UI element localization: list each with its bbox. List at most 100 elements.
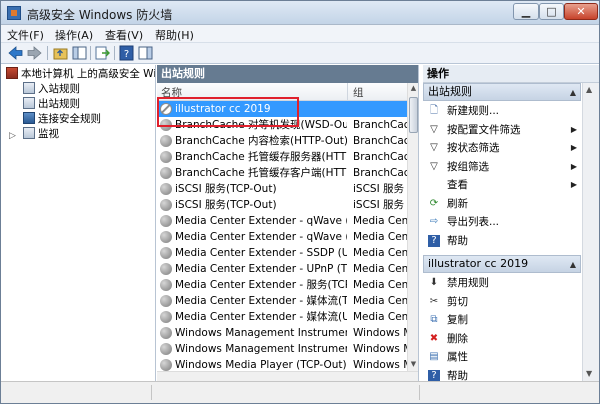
action-label: 复制 <box>447 314 468 326</box>
action-label: 按组筛选 <box>447 160 489 173</box>
action-item[interactable]: ▽ 按状态筛选 ▶ <box>423 139 581 157</box>
actions-section-selected-rule[interactable]: illustrator cc 2019 ▲ <box>423 255 581 273</box>
minimize-button[interactable]: ▁ <box>513 3 539 20</box>
tree-item-connection-security[interactable]: 连接安全规则 <box>23 112 101 127</box>
action-item[interactable]: ⇨ 导出列表... <box>423 213 581 231</box>
rule-group: BranchCache <box>353 119 407 131</box>
table-row[interactable]: Media Center Extender - qWave (UD... Medi… <box>157 229 407 245</box>
tree-root[interactable]: 本地计算机 上的高级安全 Windows <box>6 67 155 82</box>
back-arrow-icon[interactable] <box>7 45 24 61</box>
submenu-arrow-icon: ▶ <box>570 180 577 189</box>
action-item[interactable]: ▽ 按配置文件筛选 ▶ <box>423 121 581 139</box>
action-item[interactable]: ✖ 删除 <box>423 330 581 348</box>
rule-name: Media Center Extender - UPnP (TCP-... <box>175 263 347 275</box>
rules-list-pane: 出站规则 名称 组 illustrator cc 2019 BranchCache… <box>157 65 419 381</box>
maximize-button[interactable]: □ <box>539 3 564 20</box>
menu-view[interactable]: 查看(V) <box>105 27 143 43</box>
actions-section-outbound[interactable]: 出站规则 ▲ <box>423 83 581 101</box>
connection-security-icon <box>23 112 35 124</box>
menu-help[interactable]: 帮助(H) <box>155 27 194 43</box>
rule-allowed-icon <box>160 183 172 195</box>
table-row[interactable]: iSCSI 服务(TCP-Out) iSCSI 服务 <box>157 181 407 197</box>
filter-icon: ▽ <box>430 142 438 153</box>
rule-allowed-icon <box>160 311 172 323</box>
rule-group: Media Cente <box>353 263 407 275</box>
rule-group: Media Cente <box>353 279 407 291</box>
export-list-icon[interactable] <box>94 45 111 61</box>
scroll-up-icon[interactable]: ▲ <box>586 85 592 94</box>
actions-scrollbar[interactable]: ▲ ▼ <box>582 83 599 381</box>
menu-action[interactable]: 操作(A) <box>55 27 93 43</box>
table-row[interactable]: Media Center Extender - 媒体流(UDP-... Media… <box>157 309 407 325</box>
rule-allowed-icon <box>160 151 172 163</box>
rule-name: Media Center Extender - qWave (UD... <box>175 231 347 243</box>
forward-arrow-icon[interactable] <box>26 45 43 61</box>
action-label: 按状态筛选 <box>447 142 500 154</box>
scroll-down-icon[interactable]: ▼ <box>409 360 418 370</box>
table-row[interactable]: Media Center Extender - 服务(TCP-... Media … <box>157 277 407 293</box>
rule-name: Windows Management Instrumentati... <box>175 343 347 355</box>
tree-item-label: 监视 <box>38 128 59 140</box>
show-hide-tree-icon[interactable] <box>71 45 88 61</box>
collapse-icon[interactable]: ▲ <box>570 257 576 273</box>
table-row[interactable]: Media Center Extender - SSDP (UDP-... Med… <box>157 245 407 261</box>
expand-arrow-icon[interactable]: ▷ <box>9 131 16 141</box>
cut-icon: ✂ <box>429 295 439 307</box>
action-item[interactable]: 🗋 新建规则... <box>423 102 581 120</box>
outbound-rules-icon <box>23 97 35 109</box>
actions-title: 操作 <box>423 65 599 83</box>
rule-group: Windows M <box>353 327 407 339</box>
table-row[interactable]: BranchCache 内容检索(HTTP-Out) BranchCache <box>157 133 407 149</box>
vertical-scrollbar[interactable]: ▲ ▼ <box>407 83 418 371</box>
action-item[interactable]: 查看 ▶ <box>423 176 581 194</box>
show-hide-action-pane-icon[interactable] <box>137 45 154 61</box>
action-item[interactable]: ⟳ 刷新 <box>423 195 581 213</box>
properties-icon: ▤ <box>429 351 439 362</box>
action-label: 帮助 <box>447 234 468 247</box>
table-row[interactable]: BranchCache 托管缓存服务器(HTTP-O... BranchCache <box>157 149 407 165</box>
tree-item-inbound[interactable]: 入站规则 <box>23 82 80 97</box>
table-row[interactable]: iSCSI 服务(TCP-Out) iSCSI 服务 <box>157 197 407 213</box>
menu-file[interactable]: 文件(F) <box>7 27 44 43</box>
table-row[interactable]: Media Center Extender - 媒体流(TCP-... Media… <box>157 293 407 309</box>
help-icon[interactable]: ? <box>118 45 135 61</box>
window-title: 高级安全 Windows 防火墙 <box>27 8 173 22</box>
action-item[interactable]: ▤ 属性 <box>423 348 581 366</box>
close-button[interactable]: ✕ <box>564 3 598 20</box>
action-item[interactable]: ? 帮助 <box>423 232 581 250</box>
up-folder-icon[interactable] <box>52 45 69 61</box>
scroll-up-icon[interactable]: ▲ <box>409 84 418 94</box>
rule-group: Media Cente <box>353 311 407 323</box>
tree-item-monitoring[interactable]: 监视 <box>23 127 59 142</box>
table-row[interactable]: Media Center Extender - qWave (TCP-... Me… <box>157 213 407 229</box>
column-group[interactable]: 组 <box>353 85 364 100</box>
highlight-box <box>157 97 299 127</box>
section-label: illustrator cc 2019 <box>428 257 529 270</box>
action-item[interactable]: ⧉ 复制 <box>423 311 581 329</box>
rule-group: BranchCache <box>353 151 407 163</box>
rule-allowed-icon <box>160 199 172 211</box>
scroll-down-icon[interactable]: ▼ <box>586 369 592 378</box>
rule-name: Media Center Extender - 媒体流(UDP-... <box>175 311 347 323</box>
action-item[interactable]: ▽ 按组筛选 ▶ <box>423 158 581 176</box>
help-icon: ? <box>428 234 440 247</box>
menu-bar: 文件(F) 操作(A) 查看(V) 帮助(H) <box>1 25 599 43</box>
action-label: 导出列表... <box>447 216 500 228</box>
table-row[interactable]: Media Center Extender - UPnP (TCP-... Med… <box>157 261 407 277</box>
rule-group: iSCSI 服务 <box>353 199 405 211</box>
tree-item-label: 入站规则 <box>38 83 80 95</box>
rule-group: BranchCache <box>353 135 407 147</box>
action-item[interactable]: ⬇ 禁用规则 <box>423 274 581 292</box>
rule-allowed-icon <box>160 327 172 339</box>
scroll-thumb[interactable] <box>409 97 418 133</box>
tree-item-outbound[interactable]: 出站规则 <box>23 97 80 112</box>
collapse-icon[interactable]: ▲ <box>570 85 576 101</box>
table-row[interactable]: BranchCache 托管缓存客户端(HTTP-O... BranchCache <box>157 165 407 181</box>
rule-name: Media Center Extender - qWave (TCP-... <box>175 215 347 227</box>
action-item[interactable]: ✂ 剪切 <box>423 293 581 311</box>
table-row[interactable]: Windows Management Instrumentati... Windo… <box>157 325 407 341</box>
table-row[interactable]: Windows Management Instrumentati... Windo… <box>157 341 407 357</box>
firewall-icon <box>6 67 18 79</box>
horizontal-scrollbar[interactable] <box>157 371 418 381</box>
action-item[interactable]: ? 帮助 <box>423 367 581 381</box>
